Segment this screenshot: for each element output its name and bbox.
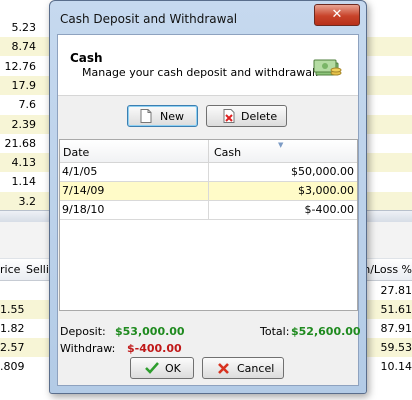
ok-button[interactable]: OK	[130, 357, 194, 379]
total-label: Total:	[260, 325, 290, 338]
background-cell: 3.2	[18, 194, 37, 208]
background-cell: 59.53	[380, 341, 412, 354]
dialog-title: Cash Deposit and Withdrawal	[60, 12, 238, 26]
date-cell[interactable]: 4/1/05	[62, 165, 97, 178]
background-cell: 1.82	[0, 322, 25, 335]
column-divider[interactable]	[208, 140, 209, 162]
close-button[interactable]: ✕	[314, 4, 360, 26]
column-header-cash[interactable]: Cash	[214, 146, 241, 159]
deposit-label: Deposit:	[60, 325, 106, 338]
checkmark-icon	[145, 362, 159, 374]
background-cell: 5.23	[11, 21, 37, 34]
cell-divider	[208, 163, 209, 181]
total-value: $52,600.00	[291, 325, 361, 338]
new-document-icon	[140, 109, 152, 123]
header-title: Cash	[70, 51, 103, 65]
cash-grid[interactable]: Date Cash ▼ 4/1/05 $50,000.00 7/14/09 $3,00…	[59, 139, 358, 311]
column-header-price[interactable]: rice	[0, 263, 20, 276]
background-cell: 12.76	[4, 59, 37, 73]
background-cell: 87.91	[380, 322, 412, 335]
background-cell: 1.55	[0, 303, 25, 316]
close-icon: ✕	[331, 7, 343, 22]
cancel-button[interactable]: Cancel	[202, 357, 284, 379]
table-row[interactable]: 7/14/09 $3,000.00	[60, 182, 357, 201]
background-cell: 2.39	[11, 117, 37, 131]
background-cell: 4.13	[11, 156, 37, 170]
background-cell: 2.57	[0, 341, 25, 354]
dialog-titlebar[interactable]: Cash Deposit and Withdrawal ✕	[50, 1, 366, 33]
table-row[interactable]: 4/1/05 $50,000.00	[60, 163, 357, 182]
cash-cell[interactable]: $50,000.00	[291, 165, 354, 178]
grid-header: Date Cash ▼	[60, 140, 357, 163]
cell-divider	[208, 182, 209, 200]
deposit-value: $53,000.00	[115, 325, 185, 338]
money-icon	[313, 59, 342, 76]
background-cell: 51.61	[380, 303, 412, 316]
new-button[interactable]: New	[127, 105, 198, 127]
cash-dialog: Cash Deposit and Withdrawal ✕ Cash Manag…	[49, 0, 367, 394]
cash-cell[interactable]: $-400.00	[305, 203, 354, 216]
table-row[interactable]: 9/18/10 $-400.00	[60, 201, 357, 220]
summary-panel: Deposit: $53,000.00 Withdraw: $-400.00 T…	[58, 320, 361, 360]
date-cell[interactable]: 9/18/10	[62, 203, 104, 216]
sort-arrow-icon: ▼	[278, 141, 284, 149]
dialog-client-area: Cash Manage your cash deposit and withdr…	[57, 34, 361, 386]
background-cell: 21.68	[4, 136, 37, 150]
delete-document-icon	[223, 109, 235, 123]
withdraw-value: $-400.00	[127, 342, 182, 355]
background-cell: 1.14	[11, 175, 37, 189]
ok-button-label: OK	[165, 362, 181, 375]
delete-button[interactable]: Delete	[206, 105, 287, 127]
dialog-header-panel: Cash Manage your cash deposit and withdr…	[58, 35, 358, 96]
background-cell: 17.9	[11, 78, 37, 92]
new-button-label: New	[160, 110, 184, 123]
cancel-x-icon	[218, 363, 229, 374]
date-cell[interactable]: 7/14/09	[62, 184, 104, 197]
cell-divider	[208, 201, 209, 219]
background-cell: 7.6	[18, 98, 37, 112]
delete-button-label: Delete	[241, 110, 278, 123]
header-subtitle: Manage your cash deposit and withdrawal.	[82, 66, 319, 79]
column-header-gain-loss[interactable]: in/Loss %	[360, 263, 412, 276]
background-cell: 8.74	[11, 40, 37, 54]
background-cell: 10.14	[380, 360, 412, 373]
background-cell: .809	[0, 360, 25, 373]
cash-cell[interactable]: $3,000.00	[298, 184, 354, 197]
cancel-button-label: Cancel	[237, 362, 275, 375]
background-cell: 27.81	[380, 284, 412, 297]
column-header-date[interactable]: Date	[63, 146, 89, 159]
withdraw-label: Withdraw:	[60, 342, 116, 355]
